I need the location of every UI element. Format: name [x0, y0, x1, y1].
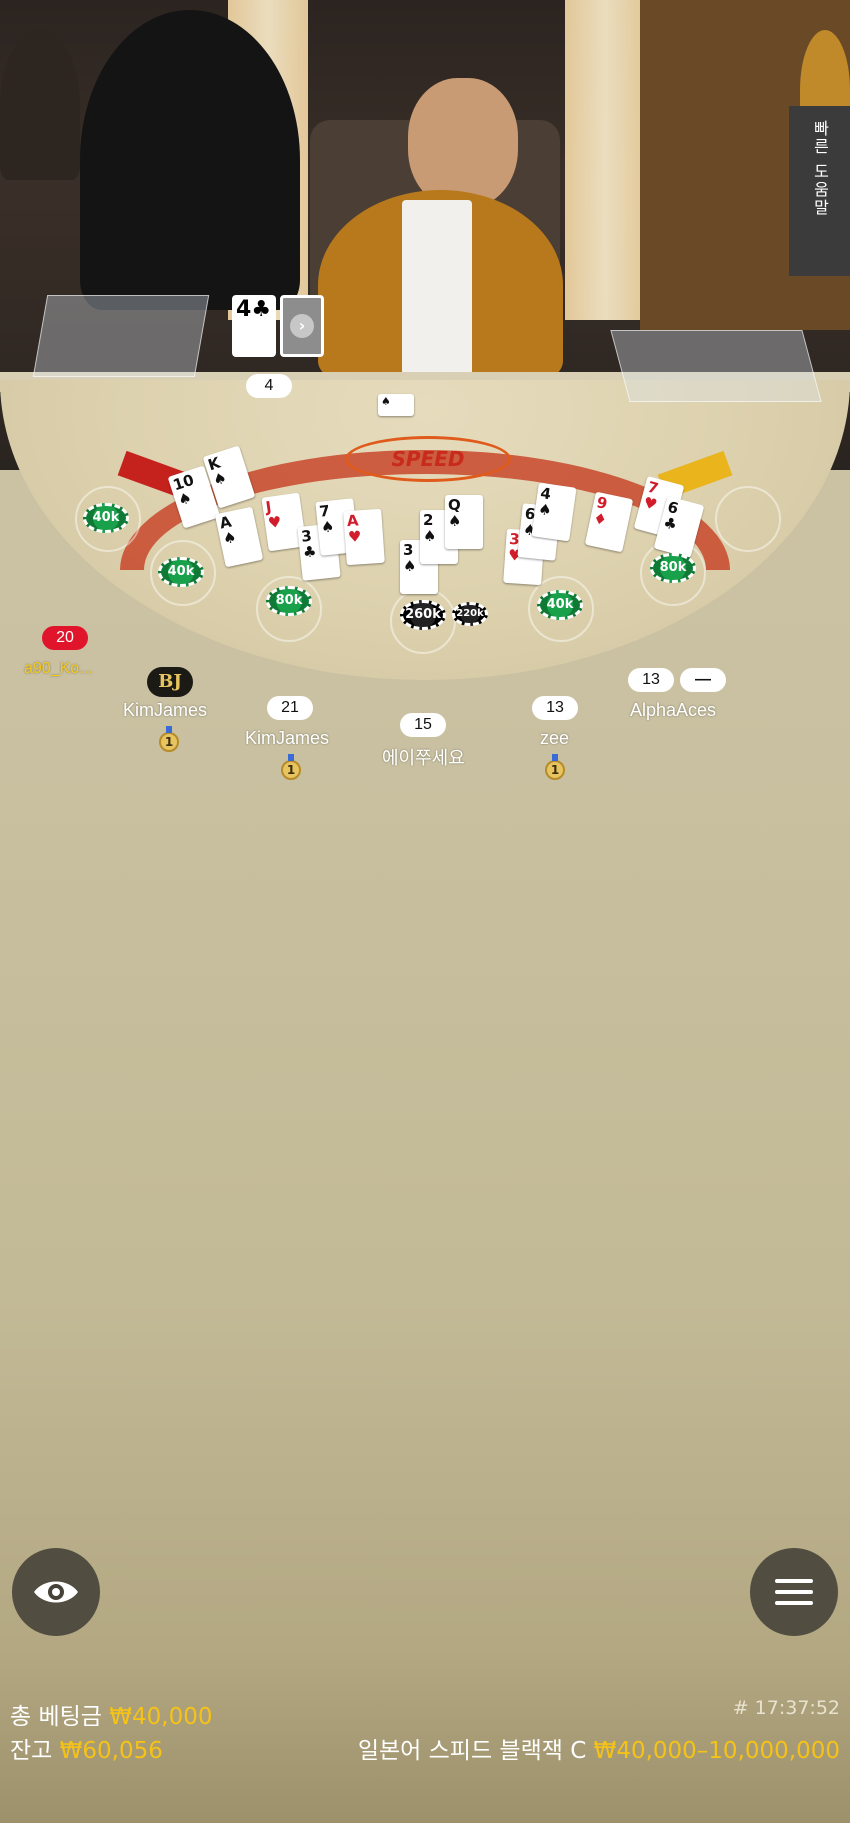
blackjack-badge: BJ — [147, 667, 193, 697]
dealer-upcard: 4♣ — [232, 295, 276, 357]
player-name: a90_Ko... — [24, 660, 93, 677]
player-name: KimJames — [123, 700, 208, 720]
bet-chip: 260k — [400, 600, 446, 630]
hamburger-menu-icon — [775, 1579, 813, 1605]
dealer-card-rank: 4 — [236, 297, 252, 322]
chevron-right-icon: › — [290, 314, 314, 338]
player-name: AlphaAces — [630, 700, 717, 720]
dealer-hole-card: › — [280, 295, 324, 357]
dealer-head — [408, 78, 518, 208]
medal-icon: 1 — [281, 754, 301, 780]
player-name: KimJames — [245, 728, 330, 748]
bet-chip: 40k — [83, 503, 129, 533]
bet-chip: 80k — [650, 553, 696, 583]
betting-spot — [715, 486, 781, 552]
player-score: 13 — [628, 668, 674, 692]
table-card: A ♥ — [343, 508, 385, 566]
quick-help-label: 빠른 도움말 — [810, 120, 830, 218]
dealer-assistant — [80, 10, 300, 310]
bet-chip: 40k — [158, 557, 204, 587]
speed-logo: SPEED — [345, 436, 511, 482]
table-card: 4 ♠ — [531, 482, 577, 542]
live-video-feed: SPEED K ♠ 10 ♠ A ♠ J ♥ 3 ♣ 7 ♠ A ♥ 3 ♠ 2 ♠ Q ♠ 3 ♥ … — [0, 0, 850, 700]
player-score: 21 — [267, 696, 313, 720]
player-name: zee — [540, 728, 570, 748]
table-name: 일본어 스피드 블랙잭 C — [357, 1738, 587, 1764]
dealer-score: 4 — [246, 374, 292, 398]
player-score: 13 — [532, 696, 578, 720]
background-player-left — [0, 30, 80, 180]
view-toggle-button[interactable] — [12, 1548, 100, 1636]
player-name: 에이쭈세요 — [382, 748, 465, 768]
player-score: 20 — [42, 626, 88, 650]
table-info: 일본어 스피드 블랙잭 C ₩40,000–10,000,000 — [358, 1731, 840, 1765]
dealer-card-suit: ♣ — [251, 297, 272, 322]
dealer-shirt — [402, 200, 472, 375]
medal-icon: 1 — [159, 726, 179, 752]
eye-icon — [34, 1581, 78, 1603]
total-bet-label: 총 베팅금 — [10, 1704, 102, 1730]
medal-icon: 1 — [545, 754, 565, 780]
card-shoe — [32, 295, 210, 377]
balance-info: 잔고 ₩60,056 — [10, 1731, 163, 1765]
table-limits: ₩40,000–10,000,000 — [593, 1738, 840, 1764]
light-pillar-right — [565, 0, 645, 320]
total-bet-info: 총 베팅금 ₩40,000 — [10, 1697, 213, 1731]
total-bet-value: ₩40,000 — [109, 1704, 213, 1730]
player-status-badge: — — [680, 668, 726, 692]
table-card: Q ♠ — [445, 495, 483, 549]
bet-chip: 220k — [452, 602, 488, 626]
player-score: 15 — [400, 713, 446, 737]
quick-help-tab[interactable]: 빠른 도움말 — [789, 106, 850, 276]
balance-value: ₩60,056 — [59, 1738, 163, 1764]
bet-chip: 80k — [266, 586, 312, 616]
bet-chip: 40k — [537, 590, 583, 620]
balance-label: 잔고 — [10, 1738, 53, 1764]
discard-tray — [610, 330, 822, 402]
menu-button[interactable] — [750, 1548, 838, 1636]
round-time: # 17:37:52 — [732, 1697, 840, 1719]
burned-card: ♠ — [378, 394, 414, 416]
